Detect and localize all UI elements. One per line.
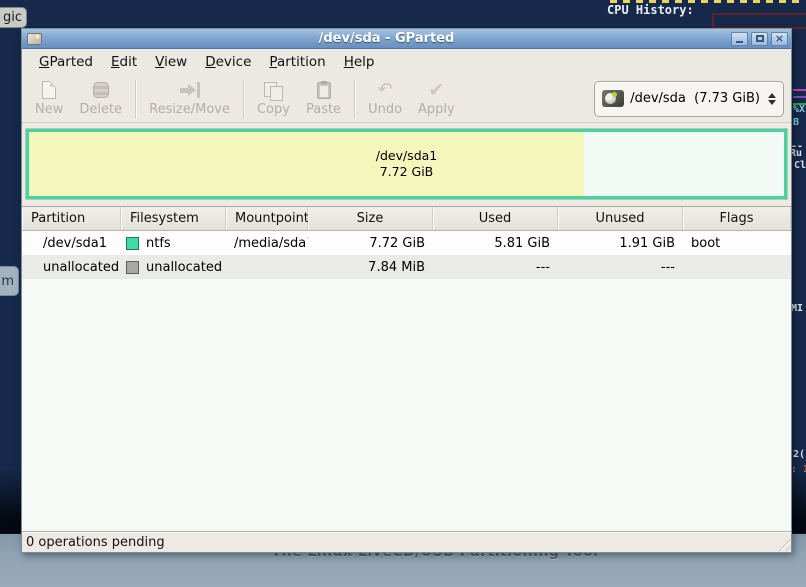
delete-button[interactable]: Delete (71, 78, 130, 119)
new-button[interactable]: New (27, 78, 71, 119)
paste-button[interactable]: Paste (298, 78, 349, 119)
status-bar: 0 operations pending (22, 531, 791, 552)
conky-fragment: Cl (794, 160, 806, 171)
resize-move-icon (180, 80, 200, 100)
column-header-used[interactable]: Used (433, 207, 558, 230)
disk-visual-bar[interactable]: /dev/sda1 7.72 GiB (26, 129, 787, 199)
table-row[interactable]: /dev/sda1 ntfs /media/sda1 7.72 GiB 5.81… (22, 231, 791, 255)
table-row[interactable]: unallocated unallocated 7.84 MiB --- --- (22, 255, 791, 279)
cell-used: 5.81 GiB (433, 231, 558, 255)
toolbar: New Delete Resize/Move Copy Paste (22, 75, 791, 123)
cell-unused: --- (558, 255, 683, 279)
titlebar[interactable]: /dev/sda - GParted × (22, 29, 791, 49)
conky-fragment: : 1 (791, 464, 806, 475)
graph-line-magenta (793, 89, 806, 91)
conky-fragment: B (793, 117, 799, 128)
pending-operations-status: 0 operations pending (26, 535, 165, 550)
undo-icon: ↶ (378, 80, 393, 100)
resize-move-button[interactable]: Resize/Move (141, 78, 238, 119)
background-window-tab-m[interactable]: m (0, 266, 19, 296)
column-header-filesystem[interactable]: Filesystem (121, 207, 226, 230)
resize-grip[interactable] (775, 536, 790, 551)
maximize-button[interactable] (751, 32, 768, 46)
cpu-history-label: CPU History: (607, 3, 694, 17)
minimize-icon (736, 41, 743, 43)
toolbar-separator (354, 80, 355, 118)
cell-mountpoint (226, 255, 308, 279)
toolbar-separator (243, 80, 244, 118)
cell-flags: boot (683, 231, 791, 255)
background-window-tab-gic[interactable]: gic (0, 7, 27, 28)
graph-line-purple (793, 96, 806, 98)
cell-size: 7.72 GiB (308, 231, 433, 255)
undo-button[interactable]: ↶ Undo (360, 78, 410, 119)
bar-size-label: 7.72 GiB (380, 164, 434, 180)
menu-edit[interactable]: Edit (102, 50, 146, 74)
delete-icon (93, 80, 109, 100)
menu-help[interactable]: Help (335, 50, 384, 74)
gparted-app-icon (27, 33, 42, 45)
menu-device[interactable]: Device (196, 50, 260, 74)
cell-used: --- (433, 255, 558, 279)
toolbar-separator (135, 80, 136, 118)
table-header: Partition Filesystem Mountpoint Size Use… (22, 206, 791, 231)
cell-partition: /dev/sda1 (22, 231, 121, 255)
disk-visual-panel: /dev/sda1 7.72 GiB (22, 123, 791, 206)
bar-partition-label: /dev/sda1 (376, 148, 438, 164)
minimize-button[interactable] (731, 32, 748, 46)
apply-icon: ✔ (428, 80, 444, 100)
conky-fragment: 2( (793, 449, 805, 460)
cpu-graph-frame (712, 13, 806, 29)
cell-flags (683, 255, 791, 279)
shadow-right (790, 468, 806, 534)
column-header-mountpoint[interactable]: Mountpoint (226, 207, 308, 230)
table-empty-area (22, 279, 791, 531)
copy-icon (264, 80, 282, 100)
copy-button[interactable]: Copy (249, 78, 298, 119)
close-button[interactable]: × (771, 32, 788, 46)
conky-fragment: %X (793, 104, 805, 115)
conky-fragment: MI (791, 303, 803, 314)
filesystem-color-swatch (126, 261, 139, 274)
cell-filesystem: unallocated (146, 260, 222, 275)
menu-partition[interactable]: Partition (260, 50, 334, 74)
spinner-arrows-icon (768, 93, 776, 105)
cell-filesystem: ntfs (146, 236, 171, 251)
close-icon: × (775, 33, 784, 44)
menu-bar: GParted Edit View Device Partition Help (22, 49, 791, 75)
cell-mountpoint: /media/sda1 (226, 231, 308, 255)
column-header-unused[interactable]: Unused (558, 207, 683, 230)
new-partition-icon (42, 80, 56, 100)
cell-unused: 1.91 GiB (558, 231, 683, 255)
device-selector[interactable]: /dev/sda (7.73 GiB) (594, 81, 784, 117)
paste-icon (317, 80, 331, 100)
column-header-flags[interactable]: Flags (683, 207, 791, 230)
menu-view[interactable]: View (146, 50, 196, 74)
cell-size: 7.84 MiB (308, 255, 433, 279)
device-selector-value: /dev/sda (7.73 GiB) (630, 91, 760, 106)
menu-gparted[interactable]: GParted (30, 50, 102, 74)
filesystem-color-swatch (126, 237, 139, 250)
window-title: /dev/sda - GParted (42, 31, 731, 46)
desktop: The Linux LiveCD/USB Partitioning Tool C… (0, 0, 806, 587)
maximize-icon (756, 35, 764, 42)
cell-partition: unallocated (22, 255, 121, 279)
column-header-partition[interactable]: Partition (22, 207, 121, 230)
hard-disk-icon (602, 90, 624, 107)
gparted-window: /dev/sda - GParted × GParted Edit View D… (21, 28, 792, 553)
shadow-left (0, 468, 22, 534)
column-header-size[interactable]: Size (308, 207, 433, 230)
apply-button[interactable]: ✔ Apply (410, 78, 463, 119)
